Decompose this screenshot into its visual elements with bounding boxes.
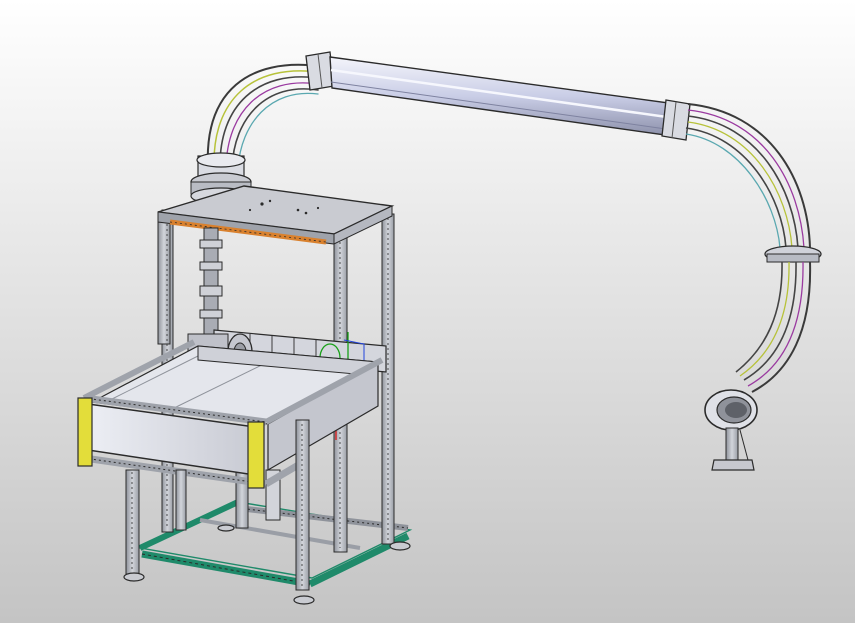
foot-rear-left: [217, 524, 235, 532]
cad-model-scene[interactable]: [0, 0, 855, 623]
right-duct-coupling-top: [661, 99, 691, 141]
frame-leg-mid-left: [175, 469, 187, 531]
foot-rear-right: [389, 541, 411, 551]
foot-front-right: [293, 595, 315, 605]
frame-leg-front-left: [125, 469, 140, 575]
lower-duct-elbow: [735, 261, 812, 393]
lift-screw-assembly: [199, 227, 223, 339]
frame-post-front-left: [157, 215, 171, 345]
foot-front-left: [123, 572, 145, 582]
duct-outlet-ring: [704, 389, 758, 431]
outlet-support-bracket: [711, 427, 755, 471]
right-duct-flange-mid: [764, 245, 822, 263]
horizontal-duct-tube: [329, 56, 677, 137]
tray-corner-right: [247, 421, 265, 489]
cad-viewport[interactable]: [0, 0, 855, 623]
right-duct-elbow: [685, 103, 811, 249]
frame-leg-front-right: [295, 419, 310, 591]
tray-corner-left: [77, 397, 93, 467]
